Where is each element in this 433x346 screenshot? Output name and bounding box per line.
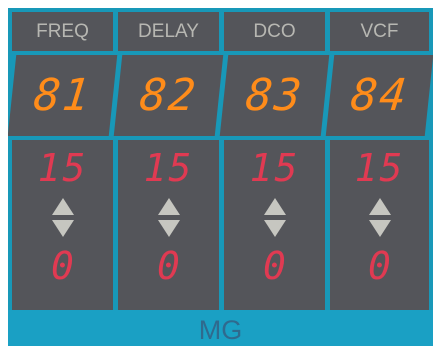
decrement-arrow-icon[interactable] <box>157 220 180 237</box>
increment-arrow-icon[interactable] <box>157 198 180 215</box>
column-dco: DCO 83 15 0 <box>219 8 330 310</box>
range-min-display: 0 <box>51 244 74 288</box>
decrement-arrow-icon[interactable] <box>263 220 286 237</box>
section-label: MG <box>8 310 433 346</box>
range-control: 15 0 <box>224 140 325 310</box>
param-value-display: 83 <box>219 55 330 136</box>
decrement-arrow-icon[interactable] <box>51 220 74 237</box>
range-control: 15 0 <box>118 140 219 310</box>
column-delay: DELAY 82 15 0 <box>113 8 224 310</box>
column-header: DELAY <box>118 12 219 51</box>
param-value-display: 82 <box>113 55 224 136</box>
increment-arrow-icon[interactable] <box>51 198 74 215</box>
range-max-display: 15 <box>249 146 300 190</box>
range-max-display: 15 <box>37 146 88 190</box>
increment-arrow-icon[interactable] <box>368 198 391 215</box>
range-control: 15 0 <box>330 140 429 310</box>
mg-panel: FREQ 81 15 0 DELAY 82 15 0 DCO 83 15 0 V… <box>8 8 433 346</box>
column-header: DCO <box>224 12 325 51</box>
range-min-display: 0 <box>368 244 391 288</box>
param-value-display: 81 <box>8 55 118 136</box>
range-control: 15 0 <box>12 140 113 310</box>
param-value-display: 84 <box>325 55 433 136</box>
range-max-display: 15 <box>354 146 405 190</box>
column-freq: FREQ 81 15 0 <box>8 8 118 310</box>
range-max-display: 15 <box>143 146 194 190</box>
column-vcf: VCF 84 15 0 <box>325 8 433 310</box>
range-min-display: 0 <box>263 244 286 288</box>
decrement-arrow-icon[interactable] <box>368 220 391 237</box>
column-header: FREQ <box>12 12 113 51</box>
range-min-display: 0 <box>157 244 180 288</box>
increment-arrow-icon[interactable] <box>263 198 286 215</box>
column-header: VCF <box>330 12 429 51</box>
